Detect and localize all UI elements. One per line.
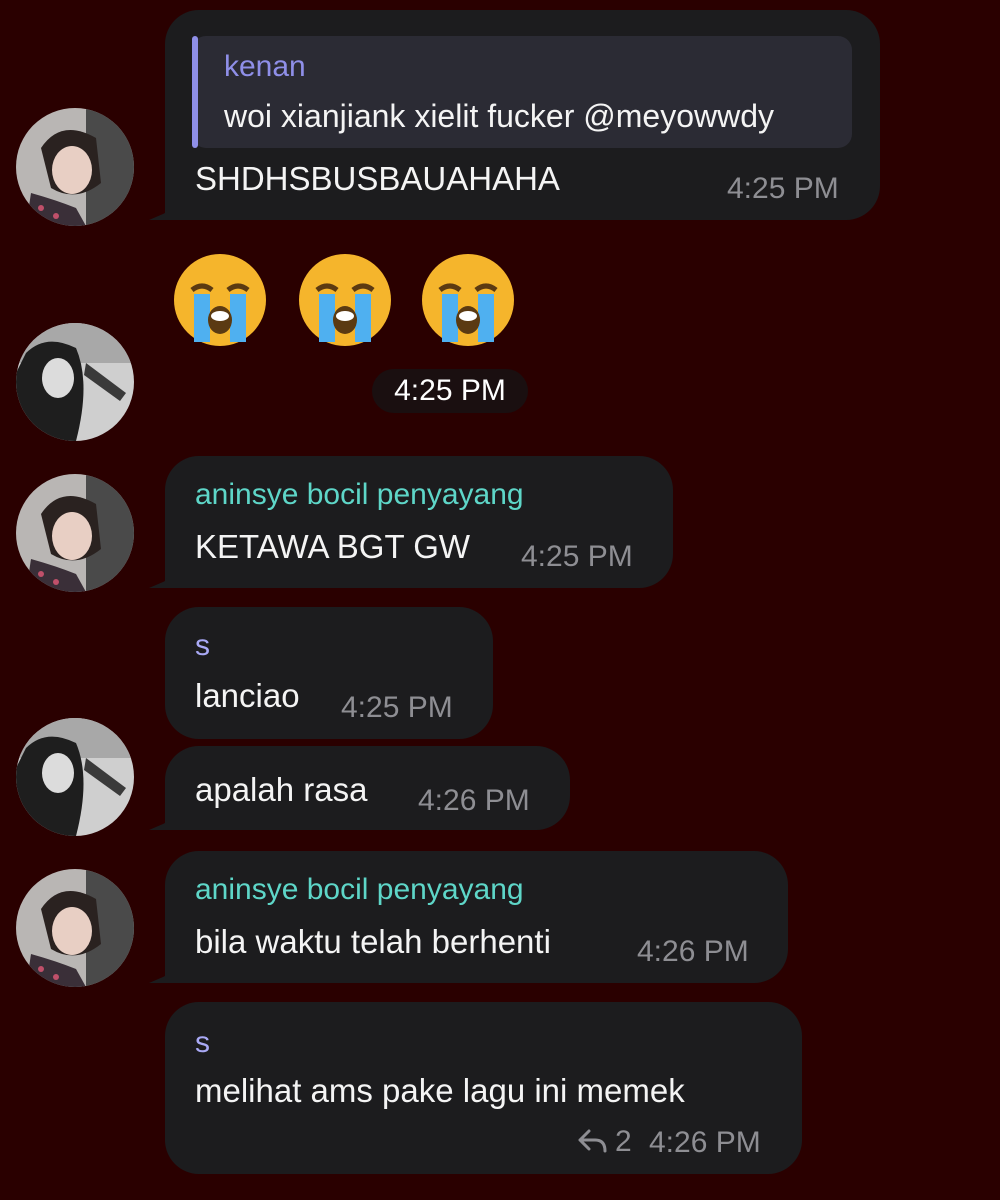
avatar-aninsye[interactable]	[16, 869, 134, 987]
bubble-tail	[149, 198, 177, 220]
bubble-tail	[149, 566, 177, 588]
sender-name[interactable]: s	[195, 1026, 210, 1060]
message-time: 4:25 PM	[341, 691, 453, 724]
message-text: melihat ams pake lagu ini memek	[195, 1072, 685, 1109]
sender-name[interactable]: s	[195, 629, 210, 663]
avatar-aninsye[interactable]	[16, 108, 134, 226]
message-time: 4:26 PM	[649, 1126, 761, 1159]
bubble-tail	[149, 808, 177, 830]
message-bubble-4[interactable]: s lanciao 4:25 PM	[165, 607, 493, 739]
message-text: KETAWA BGT GW	[195, 528, 471, 565]
sender-name[interactable]: aninsye bocil penyayang	[195, 873, 524, 907]
quoted-message[interactable]: kenan woi xianjiank xielit fucker @meyow…	[192, 36, 852, 148]
message-bubble-7[interactable]: s melihat ams pake lagu ini memek 2 4:26…	[165, 1002, 802, 1174]
message-text: lanciao	[195, 677, 300, 714]
message-bubble-5[interactable]: apalah rasa 4:26 PM	[149, 746, 570, 830]
message-time: 4:25 PM	[727, 172, 839, 205]
emoji-crying-3	[418, 250, 518, 350]
message-bubble-3[interactable]: aninsye bocil penyayang KETAWA BGT GW 4:…	[149, 456, 673, 588]
message-text: apalah rasa	[195, 771, 368, 808]
quoted-text: woi xianjiank xielit fucker @meyowwdy	[224, 98, 774, 134]
reply-count-value: 2	[615, 1125, 632, 1158]
message-bubble-1[interactable]: kenan woi xianjiank xielit fucker @meyow…	[149, 10, 880, 220]
message-time: 4:26 PM	[637, 935, 749, 968]
emoji-crying-2	[295, 250, 395, 350]
avatar-aninsye[interactable]	[16, 474, 134, 592]
message-time: 4:25 PM	[521, 540, 633, 573]
sender-name[interactable]: aninsye bocil penyayang	[195, 478, 524, 512]
avatar-user-dark[interactable]	[16, 323, 134, 441]
reply-count[interactable]: 2	[577, 1124, 632, 1160]
quote-bar	[192, 36, 198, 148]
message-text: bila waktu telah berhenti	[195, 923, 551, 960]
emoji-crying-1	[170, 250, 270, 350]
reply-arrow-icon	[577, 1127, 609, 1157]
bubble-tail	[149, 961, 177, 983]
message-bubble-6[interactable]: aninsye bocil penyayang bila waktu telah…	[149, 851, 788, 983]
message-text: SHDHSBUSBAUAHAHA	[195, 160, 560, 197]
avatar-user-dark[interactable]	[16, 718, 134, 836]
quoted-author: kenan	[224, 50, 306, 83]
emoji-message-time: 4:25 PM	[372, 369, 528, 413]
message-time: 4:26 PM	[418, 784, 530, 817]
